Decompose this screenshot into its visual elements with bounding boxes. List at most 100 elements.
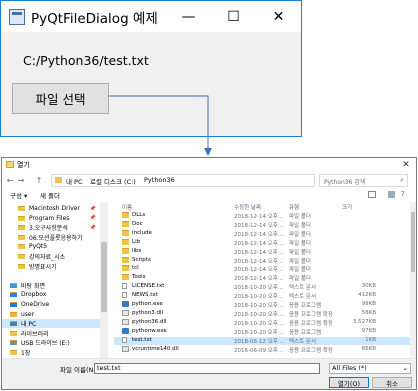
file-type: 파일 폴더 [289,276,311,283]
pin-icon: 📌 [89,205,96,212]
nav-scroll-thumb[interactable] [101,242,107,312]
file-name: include [132,229,152,236]
nav-item[interactable]: Program Files 📌 [2,214,100,223]
up-button[interactable]: ↑ [34,174,44,186]
nav-item[interactable]: Macintosh Driver 📌 [2,204,100,213]
nav-item-label: USB 드라이브 (E:) [21,340,70,348]
cancel-button[interactable]: 취소 [372,377,412,388]
file-type: 응용 프로그램 [289,303,322,309]
file-size: 58KB [361,309,376,316]
nav-item[interactable]: PyQt5 [2,242,100,251]
file-name: python.exe [132,301,163,307]
file-row[interactable]: python3.dll 2018-10-20 오후... 응용 프로그램 확장 58K… [114,309,410,319]
nav-item-label: Macintosh Driver [29,205,80,212]
nav-item-label: Dropbox [21,291,47,299]
address-bar[interactable]: 내 PC 로컬 디스크 (C:) Python36 [51,174,315,187]
filename-label: 파일 이름(N): [60,366,99,374]
dll-icon [122,345,129,352]
minimize-button[interactable]: — [166,1,211,32]
file-row[interactable]: tcl 2018-12-14 오후... 파일 폴더 [114,265,410,274]
preview-pane-icon[interactable] [388,191,395,198]
file-row[interactable]: pythonw.exe 2018-10-20 오후... 응용 프로그램 97KB [114,327,410,337]
nav-item[interactable]: user [2,310,100,319]
file-row[interactable]: DLLs 2018-12-14 오후... 파일 폴더 [114,212,410,221]
file-row[interactable]: Doc 2018-12-14 오후... 파일 폴더 [114,220,410,230]
back-button[interactable]: ← [5,174,15,186]
nav-item[interactable]: USB 드라이브 (E:) [2,338,100,347]
forward-button[interactable]: → [16,174,26,186]
file-row[interactable]: vcruntime140.dll 2016-06-09 오후... 응용 프로그램 … [114,345,410,355]
file-name: pythonw.exe [132,327,167,334]
file-date: 2018-10-20 오후... [234,303,284,309]
nav-item[interactable]: Dropbox [2,290,100,299]
file-type: 파일 폴더 [289,231,311,238]
close-button[interactable]: ✕ [256,1,301,32]
breadcrumb-pc[interactable]: 내 PC [66,176,83,186]
file-name: test.txt [132,336,152,343]
file-size: 99KB [361,301,376,307]
column-date[interactable]: 수정한 날짜 [234,203,261,211]
nav-item[interactable]: 방명표시기 [2,262,100,271]
file-row[interactable]: test.txt 2018-06-12 오후... 텍스트 문서 1KB [114,336,410,346]
dialog-titlebar[interactable]: 열기 ✕ [2,158,416,172]
folder-icon [10,350,17,355]
onedrive-icon [10,302,17,307]
nav-scrollbar[interactable] [100,202,108,358]
nav-item[interactable]: OneDrive [2,300,100,309]
nav-item-label: 06.모션플롯응용하기 [29,234,83,242]
file-row[interactable]: NEWS.txt 2018-10-20 오후... 텍스트 문서 412KB [114,292,410,301]
file-size: 412KB [358,292,376,299]
column-size[interactable]: 크기 [342,203,352,211]
file-date: 2018-12-14 오후... [234,249,284,256]
file-size: 3,527KB [352,318,376,325]
organize-menu[interactable]: 구성 ▾ [10,190,27,200]
file-date: 2018-12-14 오후... [234,240,284,247]
file-row[interactable]: Tools 2018-12-14 오후... 파일 폴더 [114,274,410,283]
breadcrumb-drive[interactable]: 로컬 디스크 (C:) [90,176,136,186]
file-row[interactable]: LICENSE.txt 2018-10-20 오후... 텍스트 문서 30KB [114,283,410,292]
help-icon[interactable]: ? [401,190,405,198]
new-folder-button[interactable]: 새 폴더 [40,190,60,200]
nav-item[interactable]: 강의자료_시소 [2,252,100,261]
folder-icon [122,229,129,236]
file-row[interactable]: python36.dll 2018-10-20 오후... 응용 프로그램 확장 3,… [114,318,410,328]
pin-icon: 📌 [89,215,96,222]
filename-input[interactable]: test.txt [94,363,320,374]
nav-item[interactable]: 3.오구사항분석 📌 [2,223,100,232]
dialog-close-button[interactable]: ✕ [399,158,413,172]
search-box[interactable]: Python36 검색 ⌕ [319,174,408,187]
maximize-button[interactable]: ☐ [211,1,256,32]
file-row[interactable]: python.exe 2018-10-20 오후... 응용 프로그램 99KB [114,301,410,310]
usb-icon [10,340,17,346]
nav-item[interactable]: 1장 [2,348,100,357]
file-row[interactable]: Scripts 2018-12-14 오후... 파일 폴더 [114,256,410,266]
file-date: 2018-06-12 오후... [234,338,284,345]
lib-icon [10,330,17,336]
select-file-button[interactable]: 파일 선택 [12,83,109,114]
file-scroll-thumb[interactable] [411,212,415,272]
file-date: 2018-10-20 오후... [234,294,284,301]
nav-item[interactable]: 바탕 화면 [2,281,100,290]
folder-icon [18,263,25,269]
dialog-title: 열기 [17,161,30,169]
file-size: 97KB [361,327,376,334]
nav-item[interactable]: 06.모션플롯응용하기 [2,233,100,242]
file-row[interactable]: include 2018-12-14 오후... 파일 폴더 [114,229,410,239]
folder-icon [122,247,129,254]
folder-icon [18,206,25,211]
nav-item[interactable]: 라이브러리 [2,329,100,338]
filetype-select[interactable]: All Files (*) ⌄ [329,363,411,374]
main-window-titlebar[interactable]: PyQtFileDialog 예제 — ☐ ✕ [1,1,301,32]
open-button[interactable]: 열기(O) [329,377,369,388]
breadcrumb-folder[interactable]: Python36 [144,176,175,184]
column-name[interactable]: 이름 [122,203,132,211]
file-date: 2018-12-14 오후... [234,258,284,265]
file-row[interactable]: Lib 2018-12-14 오후... 파일 폴더 [114,238,410,248]
file-scrollbar[interactable] [410,202,416,358]
nav-item[interactable]: 내 PC [2,319,100,329]
column-header: 이름 수정한 날짜 유형 크기 [114,202,410,212]
column-type[interactable]: 유형 [289,203,299,211]
open-file-dialog: 열기 ✕ ← → ↑ 내 PC 로컬 디스크 (C:) Python36 Pyt… [1,157,417,390]
view-options-icon[interactable] [368,191,376,198]
file-row[interactable]: libs 2018-12-14 오후... 파일 폴더 [114,247,410,257]
